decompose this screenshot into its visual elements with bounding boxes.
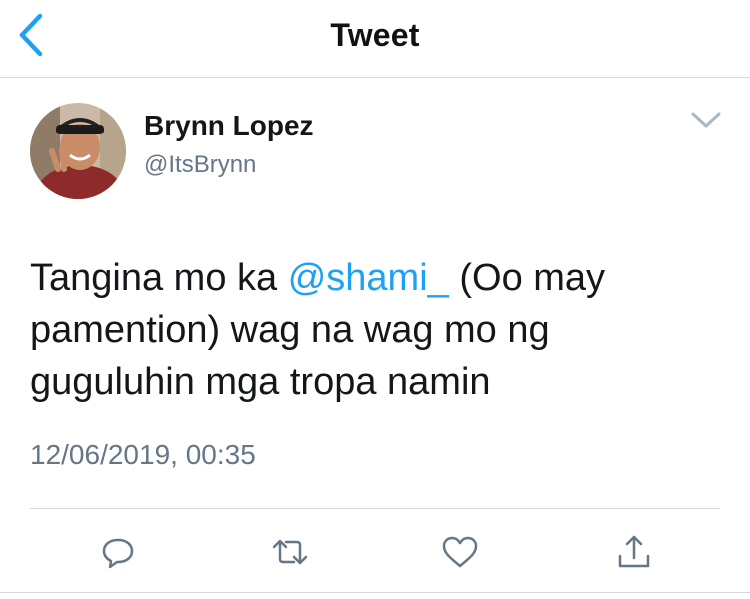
tweet-menu-button[interactable]	[688, 106, 724, 134]
reply-button[interactable]	[98, 532, 138, 572]
divider	[30, 508, 720, 509]
comment-icon	[102, 538, 134, 569]
tweet-text: Tangina mo ka @shami_ (Oo may pamention)…	[30, 252, 710, 408]
chevron-down-icon	[691, 112, 721, 128]
share-icon	[618, 535, 650, 568]
mention-link[interactable]: @shami_	[288, 257, 449, 299]
author-display-name[interactable]: Brynn Lopez	[144, 110, 314, 142]
retweet-icon	[272, 539, 308, 565]
author-handle[interactable]: @ItsBrynn	[144, 151, 256, 179]
divider	[0, 592, 750, 593]
heart-icon	[442, 536, 478, 568]
tweet-timestamp: 12/06/2019, 00:35	[30, 439, 256, 470]
page-title: Tweet	[330, 17, 420, 53]
tweet-text-part: Tangina mo ka	[30, 257, 288, 299]
avatar[interactable]	[30, 103, 126, 199]
avatar-image	[30, 103, 126, 199]
share-button[interactable]	[614, 532, 654, 572]
nav-header: Tweet	[0, 0, 750, 78]
retweet-button[interactable]	[270, 532, 310, 572]
like-button[interactable]	[440, 532, 480, 572]
